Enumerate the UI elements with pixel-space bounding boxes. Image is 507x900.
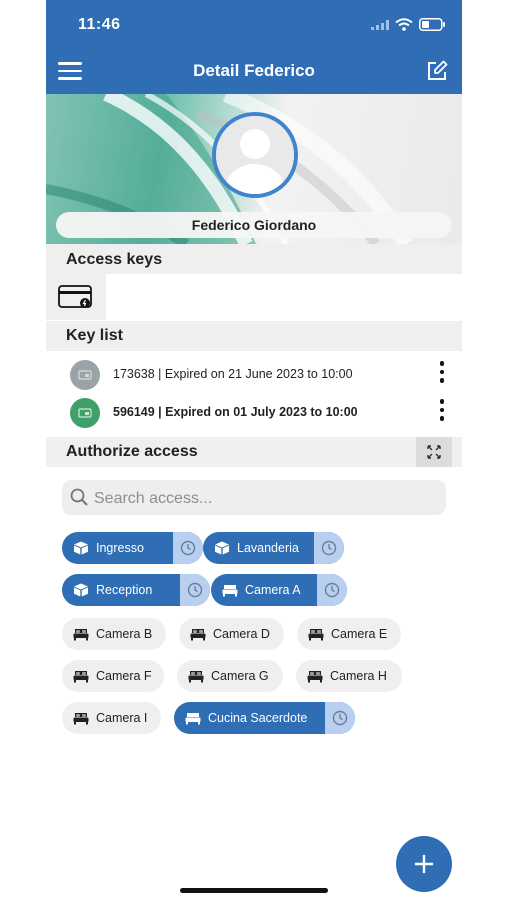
search-icon (70, 488, 88, 506)
nav-bar: Detail Federico (46, 48, 462, 94)
key-description: 596149 | Expired on 01 July 2023 to 10:0… (113, 405, 358, 419)
schedule-clock-button[interactable] (180, 574, 210, 606)
key-status-dot (70, 398, 100, 428)
expand-icon (427, 445, 441, 459)
key-list-item[interactable]: 173638 | Expired on 21 June 2023 to 10:0… (46, 358, 462, 392)
access-chip-label: Lavanderia (237, 541, 299, 555)
access-chip[interactable]: Camera G (177, 660, 283, 692)
clock-icon (321, 540, 337, 556)
access-keys-header: Access keys (46, 244, 462, 274)
authorize-access-header: Authorize access (46, 437, 462, 467)
bed-icon (188, 671, 204, 683)
status-time: 11:46 (78, 16, 121, 33)
home-indicator (180, 888, 328, 893)
cellular-icon (371, 19, 389, 30)
status-bar: 11:46 (46, 0, 462, 48)
bed-icon (73, 713, 89, 725)
cube-icon (74, 583, 88, 597)
access-keys-title: Access keys (66, 251, 163, 268)
access-chip-label: Camera B (96, 627, 153, 641)
access-chip-label: Reception (96, 583, 153, 597)
access-chip-label: Camera H (330, 669, 387, 683)
page-title: Detail Federico (193, 61, 315, 80)
access-chip-label: Camera G (211, 669, 269, 683)
access-chip[interactable]: Lavanderia (203, 532, 344, 564)
authorize-access-title: Authorize access (66, 443, 198, 460)
plus-icon (415, 855, 433, 873)
clock-icon (187, 582, 203, 598)
access-chip[interactable]: Camera D (179, 618, 284, 650)
key-list-title: Key list (66, 327, 123, 344)
user-placeholder-icon (216, 116, 294, 194)
clock-icon (180, 540, 196, 556)
key-description: 173638 | Expired on 21 June 2023 to 10:0… (113, 367, 353, 381)
wifi-icon (395, 18, 413, 31)
bed-icon (307, 671, 323, 683)
schedule-clock-button[interactable] (325, 702, 355, 734)
bed-icon (73, 629, 89, 641)
schedule-clock-button[interactable] (173, 532, 203, 564)
search-bar[interactable] (62, 480, 446, 517)
access-chip[interactable]: Camera A (211, 574, 347, 606)
access-chip-label: Camera D (213, 627, 270, 641)
key-list-header: Key list (46, 321, 462, 351)
access-chip-label: Camera I (96, 711, 148, 725)
add-button[interactable] (396, 836, 452, 892)
schedule-clock-button[interactable] (314, 532, 344, 564)
app-screen: 11:46 Detail Federico Federico Giordano … (46, 0, 462, 900)
access-chip[interactable]: Camera I (62, 702, 161, 734)
cube-icon (74, 541, 88, 555)
access-chip-label: Ingresso (96, 541, 144, 555)
access-chip[interactable]: Cucina Sacerdote (174, 702, 355, 734)
bed-icon (73, 671, 89, 683)
profile-header: Federico Giordano (46, 94, 462, 244)
access-chip[interactable]: Reception (62, 574, 210, 606)
expand-button[interactable] (416, 437, 452, 467)
access-chip-label: Camera A (245, 583, 301, 597)
access-chip[interactable]: Camera H (296, 660, 402, 692)
more-options-icon[interactable] (436, 399, 448, 427)
avatar[interactable] (212, 112, 298, 198)
card-icon (78, 370, 92, 380)
key-card-icon[interactable] (58, 284, 94, 310)
edit-icon[interactable] (426, 60, 448, 82)
more-options-icon[interactable] (436, 361, 448, 389)
bed-icon (222, 585, 238, 597)
access-chip-label: Camera F (96, 669, 152, 683)
access-chip[interactable]: Camera B (62, 618, 166, 650)
clock-icon (324, 582, 340, 598)
bed-icon (308, 629, 324, 641)
key-status-dot (70, 360, 100, 390)
access-chip[interactable]: Camera F (62, 660, 164, 692)
search-input[interactable] (92, 480, 436, 517)
card-icon (78, 408, 92, 418)
bed-icon (185, 713, 201, 725)
schedule-clock-button[interactable] (317, 574, 347, 606)
access-chip[interactable]: Camera E (297, 618, 401, 650)
cube-icon (215, 541, 229, 555)
battery-icon (419, 18, 445, 31)
profile-name: Federico Giordano (56, 212, 452, 238)
access-chip-label: Cucina Sacerdote (208, 711, 308, 725)
bed-icon (190, 629, 206, 641)
access-chip[interactable]: Ingresso (62, 532, 203, 564)
clock-icon (332, 710, 348, 726)
key-list-item[interactable]: 596149 | Expired on 01 July 2023 to 10:0… (46, 396, 462, 430)
access-chip-label: Camera E (331, 627, 388, 641)
